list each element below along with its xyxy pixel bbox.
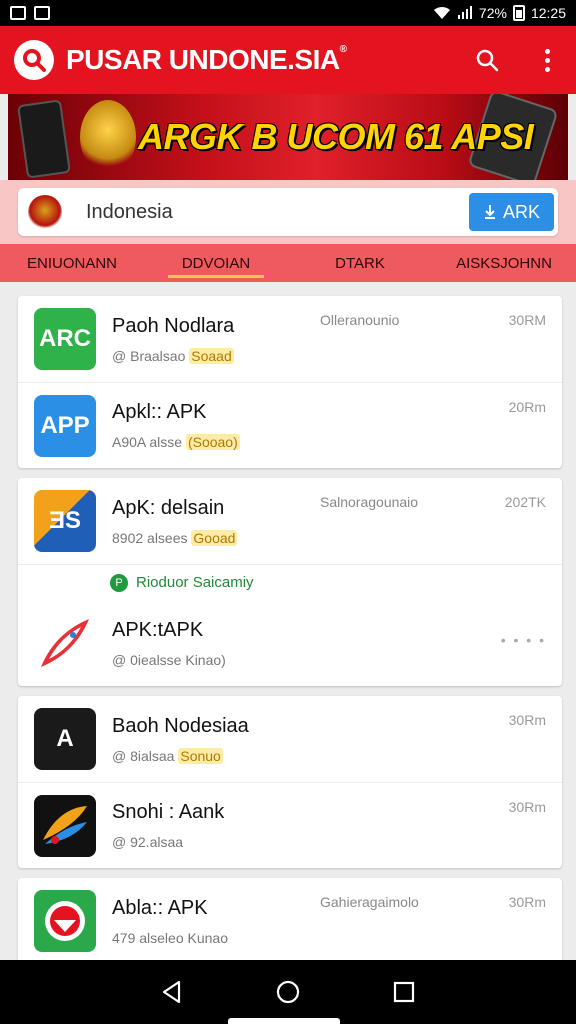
app-title-text: PUSAR UNDONE.SIA [66, 44, 340, 75]
clock: 12:25 [530, 5, 566, 21]
app-card: A Baoh Nodesiaa @ 8ialsaa Sonuo 30Rm Sno… [18, 696, 562, 868]
app-icon [34, 890, 96, 952]
search-button[interactable] [472, 40, 502, 80]
list-item[interactable]: Snohi : Aank @ 92.alsaa 30Rm [18, 782, 562, 868]
registered-mark: ® [339, 44, 347, 55]
developer-name: Olleranounio [320, 312, 400, 328]
apk-button-label: ARK [502, 201, 540, 222]
app-meta: 8902 alsees [112, 529, 188, 546]
notification-icon [34, 6, 50, 20]
tab-4[interactable]: AISKSJOHNN [432, 244, 576, 282]
download-icon [484, 205, 495, 219]
timestamp: 20Rm [508, 399, 546, 415]
list-item[interactable]: ƎS ApK: delsain 8902 alsees Gooad Salnor… [18, 478, 562, 564]
timestamp: 30Rm [508, 894, 546, 910]
tab-2[interactable]: DDVOIAN [144, 244, 288, 282]
app-name: Snohi : Aank [112, 801, 225, 823]
app-meta: @ 92.alsaa [112, 834, 184, 850]
search-icon [476, 49, 499, 72]
timestamp: 202TK [504, 494, 546, 510]
more-horiz-icon[interactable]: • • • • [501, 632, 546, 648]
app-icon: APP [34, 394, 96, 457]
app-meta: A90A alsse [112, 434, 183, 450]
system-nav-bar [0, 960, 576, 1024]
app-name: APK:tAPK [112, 618, 204, 641]
garuda-emblem-illustration [80, 100, 136, 174]
timestamp: 30RM [508, 312, 546, 328]
battery-percent: 72% [478, 5, 507, 21]
app-title: PUSAR UNDONE.SIA® [66, 44, 347, 76]
home-icon[interactable] [275, 979, 301, 1005]
banner-headline: ARGK B UCOM 61 APSI [138, 116, 534, 157]
app-name: Baoh Nodesiaa [112, 714, 249, 737]
list-item[interactable]: APK:tAPK @ 0iealsse Kinao) • • • • [18, 600, 562, 686]
search-input-value: Indonesia [86, 200, 173, 223]
rocket-icon [41, 619, 89, 667]
app-icon [34, 794, 96, 857]
app-name: Apkl:: APK [112, 401, 207, 423]
apk-download-button[interactable]: ARK [468, 193, 554, 231]
map-pin-icon [45, 901, 85, 941]
developer-name: Gahieragaimolo [320, 894, 419, 910]
app-bar: PUSAR UNDONE.SIA® [0, 26, 576, 94]
app-card: ƎS ApK: delsain 8902 alsees Gooad Salnor… [18, 478, 562, 686]
app-meta: @ 8ialsaa [112, 747, 175, 764]
app-icon: ƎS [34, 490, 96, 552]
battery-icon [512, 5, 525, 21]
search-section: Indonesia ARK [0, 180, 576, 244]
app-card: ARC Paoh Nodlara @ Braalsao Soaad Ollera… [18, 296, 562, 468]
timestamp: 30Rm [508, 712, 546, 728]
status-bar: 72% 12:25 [0, 0, 576, 26]
app-icon: A [34, 708, 96, 770]
phone-illustration [17, 99, 71, 179]
developer-name: Salnoragounaio [320, 494, 419, 510]
garuda-icon [28, 195, 62, 229]
promo-icon: P [110, 573, 128, 592]
app-card: Abla:: APK 479 alseleo Kunao Gahieragaim… [18, 878, 562, 964]
list-item[interactable]: Abla:: APK 479 alseleo Kunao Gahieragaim… [18, 878, 562, 964]
app-list: ARC Paoh Nodlara @ Braalsao Soaad Ollera… [18, 296, 562, 998]
home-indicator [228, 1018, 340, 1024]
status-badge: Soaad [189, 347, 234, 364]
wifi-icon [433, 6, 450, 19]
more-vert-icon [544, 48, 550, 72]
app-logo [14, 40, 54, 80]
app-icon [34, 612, 96, 674]
status-badge: Sonuo [178, 747, 223, 764]
back-icon[interactable] [159, 979, 185, 1005]
list-item[interactable]: ARC Paoh Nodlara @ Braalsao Soaad Ollera… [18, 296, 562, 382]
status-badge: (Sooao) [185, 434, 240, 450]
app-meta: 479 alseleo Kunao [112, 929, 228, 946]
app-icon: ARC [34, 308, 96, 370]
list-item[interactable]: APP Apkl:: APK A90A alsse (Sooao) 20Rm [18, 382, 562, 468]
recents-icon[interactable] [391, 979, 417, 1005]
app-meta: @ 0iealsse Kinao) [112, 651, 226, 668]
promo-banner[interactable]: ARGK B UCOM 61 APSI [8, 94, 568, 180]
photo-icon [10, 6, 26, 20]
search-input[interactable]: Indonesia ARK [18, 188, 558, 236]
promo-text: Rioduor Saicamiy [136, 574, 254, 591]
app-meta: @ Braalsao [112, 347, 186, 364]
category-tabs: ENIUONANN DDVOIAN DTARK AISKSJOHNN [0, 244, 576, 282]
colorful-wing-icon [43, 805, 87, 844]
status-badge: Gooad [191, 529, 238, 546]
overflow-menu-button[interactable] [532, 40, 562, 80]
timestamp: 30Rm [508, 799, 546, 815]
sponsored-label[interactable]: P Rioduor Saicamiy [18, 564, 562, 600]
magnifier-logo-icon [23, 49, 46, 72]
list-item[interactable]: A Baoh Nodesiaa @ 8ialsaa Sonuo 30Rm [18, 696, 562, 782]
tab-3[interactable]: DTARK [288, 244, 432, 282]
tab-1[interactable]: ENIUONANN [0, 244, 144, 282]
signal-icon [457, 6, 472, 19]
